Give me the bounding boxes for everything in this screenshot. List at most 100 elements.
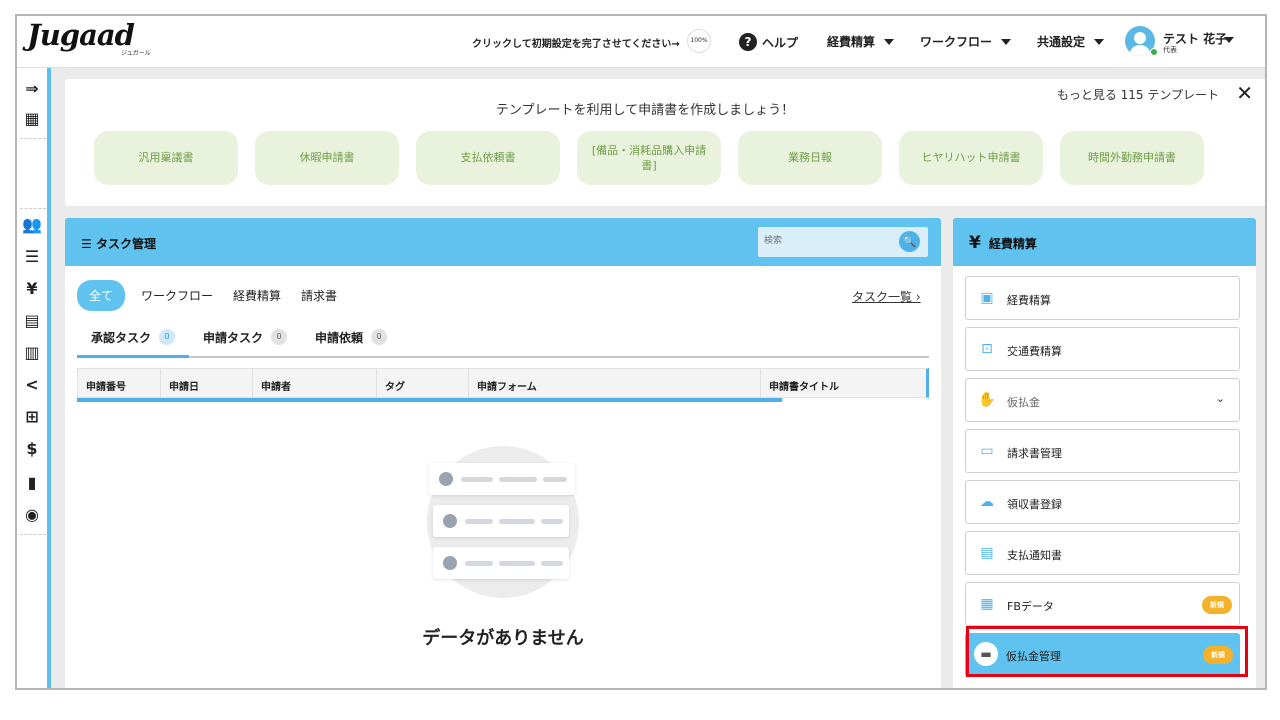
share-icon[interactable]: < xyxy=(17,370,47,400)
setup-prompt-link[interactable]: クリックして初期設定を完了させてください→ xyxy=(472,35,680,50)
expand-menu-icon[interactable]: ⇒ xyxy=(17,74,47,104)
task-search-input[interactable] xyxy=(764,235,894,245)
column-header[interactable]: 申請日 xyxy=(161,369,253,397)
expense-menu-label: 領収書登録 xyxy=(1007,498,1062,511)
illustration-line xyxy=(541,561,563,566)
expense-menu-item[interactable]: ▭ 請求書管理 xyxy=(965,429,1240,473)
tab-label: 申請依頼 xyxy=(315,331,364,345)
expense-menu-item[interactable]: ▦ FBデータ 新規 xyxy=(965,582,1240,626)
train-icon: ⊡ xyxy=(981,341,993,357)
palette-icon[interactable]: ◉ xyxy=(17,500,47,530)
yen-icon[interactable]: ¥ xyxy=(17,274,47,304)
caret-down-icon xyxy=(884,38,895,45)
tab-approval-tasks[interactable]: 承認タスク 0 xyxy=(77,324,190,358)
column-header[interactable]: 申請書タイトル xyxy=(761,369,925,397)
sidebar-divider xyxy=(20,534,46,535)
cloud-upload-icon: ☁ xyxy=(980,494,994,510)
task-panel-title: ☰ タスク管理 xyxy=(81,235,156,252)
expense-menu-item[interactable]: ▣ 経費精算 xyxy=(965,276,1240,320)
task-tabs: 承認タスク 0 申請タスク 0 申請依頼 0 xyxy=(77,324,929,358)
expense-menu-label: 仮払金 xyxy=(1007,396,1040,409)
avatar-head xyxy=(1134,32,1146,44)
filter-chip-workflow[interactable]: ワークフロー xyxy=(137,281,217,310)
left-sidebar: ⇒ ▦ 👥 ☰ ¥ ▤ ▥ < ⊞ $ ▮ ◉ xyxy=(17,68,51,688)
column-header[interactable]: タグ xyxy=(377,369,469,397)
nav-common-settings-label: 共通設定 xyxy=(1037,35,1086,49)
close-icon[interactable]: ✕ xyxy=(1236,81,1253,105)
nav-expense-menu[interactable]: 経費精算 xyxy=(827,33,895,50)
illustration-line xyxy=(465,561,493,566)
empty-state-illustration xyxy=(427,446,579,598)
document-icon[interactable]: ▤ xyxy=(17,306,47,336)
count-badge: 0 xyxy=(271,329,288,345)
user-menu-caret-icon[interactable] xyxy=(1224,37,1234,43)
task-panel-title-label: タスク管理 xyxy=(95,237,156,251)
illustration-dot xyxy=(443,514,457,528)
expense-menu-label: 請求書管理 xyxy=(1007,447,1062,460)
list-icon[interactable]: ☰ xyxy=(17,242,47,272)
column-header[interactable]: 申請者 xyxy=(253,369,377,397)
illustration-line xyxy=(543,477,567,482)
highlight-box xyxy=(966,626,1248,677)
hand-coin-icon: ✋ xyxy=(978,392,996,408)
column-header[interactable]: 申請番号 xyxy=(78,369,161,397)
template-button[interactable]: 業務日報 xyxy=(738,131,882,185)
help-label: ヘルプ xyxy=(762,35,799,50)
expense-menu-label: 経費精算 xyxy=(1007,294,1051,307)
search-icon[interactable]: 🔍 xyxy=(899,231,920,252)
caret-down-icon xyxy=(1001,38,1012,45)
expense-menu-item[interactable]: ☁ 領収書登録 xyxy=(965,480,1240,524)
app-logo[interactable]: Jugaad xyxy=(27,18,135,52)
invoice-icon[interactable]: $ xyxy=(17,434,47,464)
yen-icon: ¥ xyxy=(969,233,981,253)
nav-common-settings-menu[interactable]: 共通設定 xyxy=(1037,33,1105,50)
template-suggestions-card: テンプレートを利用して申請書を作成しましょう！ もっと見る 115 テンプレート… xyxy=(65,79,1265,206)
expense-panel-title-label: 経費精算 xyxy=(988,237,1037,251)
question-circle-icon: ? xyxy=(739,33,757,51)
count-badge: 0 xyxy=(159,329,176,345)
expense-menu-item[interactable]: ✋ 仮払金 ⌄ xyxy=(965,378,1240,422)
template-button[interactable]: 支払依頼書 xyxy=(416,131,560,185)
receipt-icon[interactable]: ▥ xyxy=(17,338,47,368)
task-list-link[interactable]: タスク一覧 › xyxy=(852,288,921,305)
count-badge: 0 xyxy=(371,329,388,345)
illustration-line xyxy=(499,477,537,482)
nav-workflow-menu[interactable]: ワークフロー xyxy=(920,33,1012,50)
tab-application-tasks[interactable]: 申請タスク 0 xyxy=(189,324,301,358)
nav-workflow-label: ワークフロー xyxy=(920,35,993,49)
nav-expense-label: 経費精算 xyxy=(827,35,876,49)
chevron-right-icon: › xyxy=(915,290,921,304)
expense-panel-title: ¥ 経費精算 xyxy=(969,233,1037,253)
template-button[interactable]: ヒヤリハット申請書 xyxy=(899,131,1043,185)
book-icon[interactable]: ▮ xyxy=(17,468,47,498)
illustration-dot xyxy=(443,556,457,570)
template-button[interactable]: 時間外勤務申請書 xyxy=(1060,131,1204,185)
template-button[interactable]: [備品・消耗品購入申請書] xyxy=(577,131,721,185)
template-button[interactable]: 休暇申請書 xyxy=(255,131,399,185)
expense-menu-label: 支払通知書 xyxy=(1007,549,1062,562)
tab-application-requests[interactable]: 申請依頼 0 xyxy=(301,324,401,358)
sidebar-divider xyxy=(20,138,46,139)
column-header[interactable]: 申請フォーム xyxy=(469,369,761,397)
setup-progress-indicator[interactable]: 100% xyxy=(687,29,711,53)
top-header: Jugaad ジュガール クリックして初期設定を完了させてください→ 100% … xyxy=(17,16,1265,68)
illustration-line xyxy=(461,477,493,482)
filter-chip-invoice[interactable]: 請求書 xyxy=(297,281,341,310)
template-button[interactable]: 汎用稟議書 xyxy=(94,131,238,185)
grid-icon[interactable]: ⊞ xyxy=(17,402,47,432)
users-icon[interactable]: 👥 xyxy=(17,210,47,240)
filter-chip-all[interactable]: 全て xyxy=(77,280,126,311)
horizontal-scrollbar[interactable] xyxy=(77,398,782,402)
filter-chip-expense[interactable]: 経費精算 xyxy=(229,281,285,310)
money-icon: ▣ xyxy=(980,290,994,306)
building-icon[interactable]: ▦ xyxy=(17,104,47,134)
help-menu[interactable]: ? ヘルプ xyxy=(739,33,798,51)
more-templates-link[interactable]: もっと見る 115 テンプレート xyxy=(1057,86,1219,103)
expense-menu-item[interactable]: ⊡ 交通費精算 xyxy=(965,327,1240,371)
illustration-line xyxy=(541,519,563,524)
online-status-dot xyxy=(1150,48,1158,56)
list-icon: ☰ xyxy=(81,237,96,251)
task-search: 🔍 xyxy=(758,227,928,257)
expense-menu-item[interactable]: ▤ 支払通知書 xyxy=(965,531,1240,575)
app-logo-subtitle: ジュガール xyxy=(121,50,151,57)
